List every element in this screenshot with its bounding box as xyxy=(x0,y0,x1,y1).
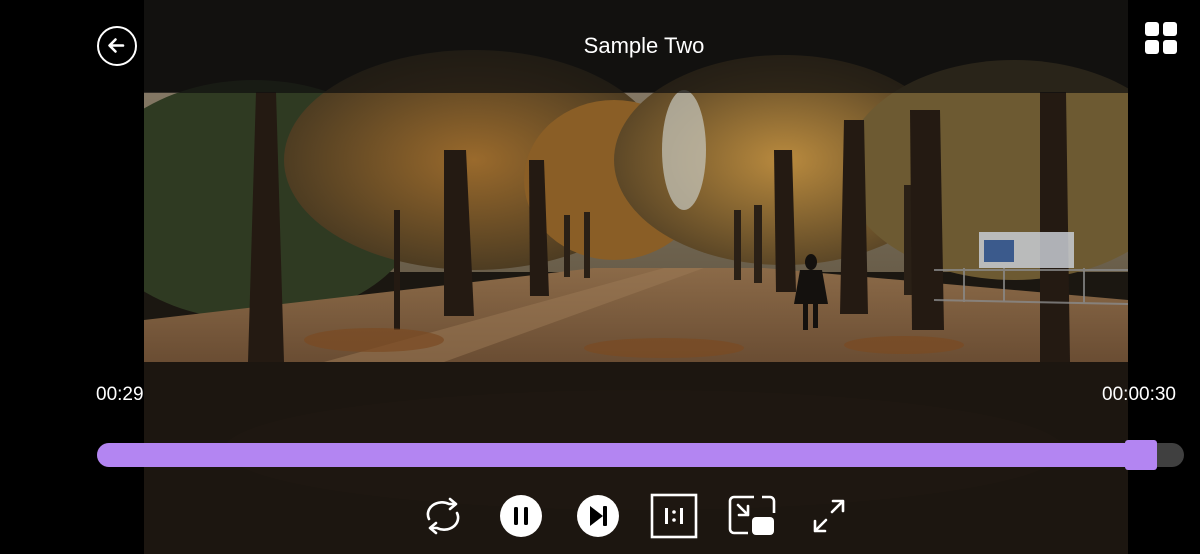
aspect-ratio-button[interactable] xyxy=(650,493,698,539)
pause-circle-icon xyxy=(500,495,542,537)
arrow-left-circle-icon xyxy=(108,38,125,53)
seek-thumb[interactable] xyxy=(1125,440,1157,470)
aspect-ratio-icon xyxy=(650,493,698,539)
picture-in-picture-button[interactable] xyxy=(728,493,776,539)
grid-menu-button[interactable] xyxy=(1145,22,1179,56)
next-button[interactable] xyxy=(574,493,622,539)
repeat-icon xyxy=(426,497,460,535)
pause-button[interactable] xyxy=(497,493,545,539)
fullscreen-button[interactable] xyxy=(805,493,853,539)
picture-in-picture-icon xyxy=(728,495,776,535)
current-time: 00:29 xyxy=(96,384,144,405)
video-player: Sample Two 00:29 00:00:30 xyxy=(0,0,1200,554)
seek-progress xyxy=(97,443,1151,467)
total-time: 00:00:30 xyxy=(1102,384,1176,405)
back-button[interactable] xyxy=(97,26,137,66)
fullscreen-icon xyxy=(813,499,845,533)
skip-next-circle-icon xyxy=(577,495,619,537)
video-title: Sample Two xyxy=(583,33,705,58)
repeat-button[interactable] xyxy=(419,493,467,539)
seek-bar[interactable] xyxy=(97,440,1184,470)
